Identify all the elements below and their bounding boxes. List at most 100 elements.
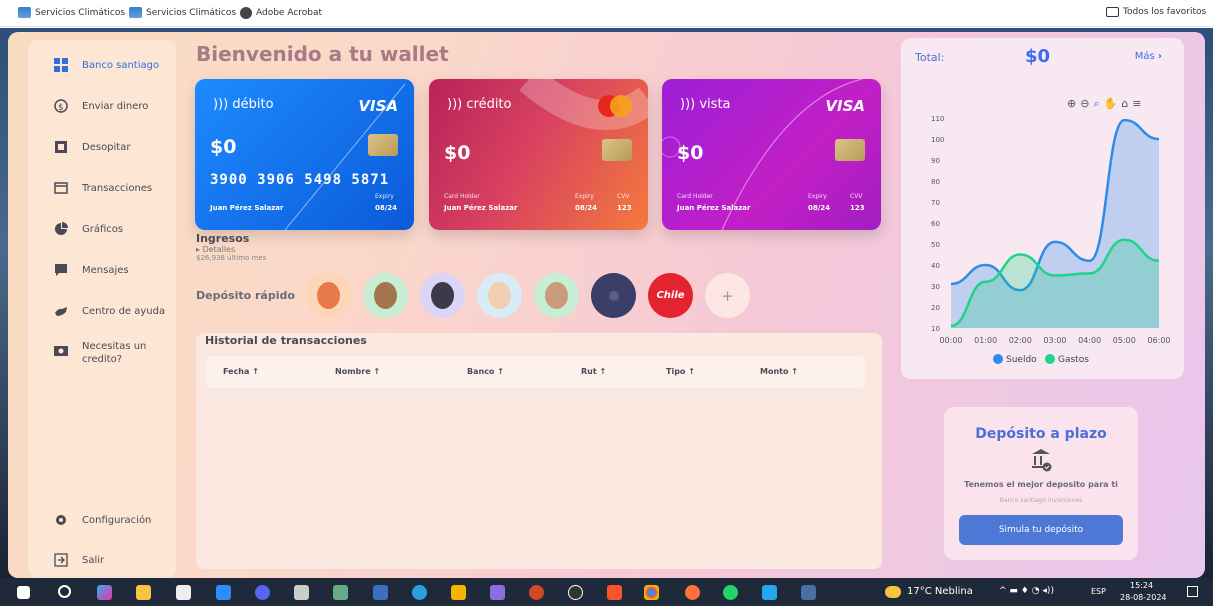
file-explorer-icon[interactable]: [136, 585, 151, 600]
vscode-icon[interactable]: [762, 585, 777, 600]
quick-deposit-label: Depósito rápido: [196, 289, 295, 302]
pie-chart-icon: [54, 222, 68, 236]
sidebar-item-graficos[interactable]: Gráficos: [54, 222, 123, 236]
x-tick-label: 06:00: [1147, 336, 1170, 345]
app-icon[interactable]: [373, 585, 388, 600]
column-tipo[interactable]: Tipo ↑: [666, 367, 695, 376]
sidebar-item-label: Gráficos: [82, 223, 124, 235]
svg-text:$: $: [58, 103, 64, 113]
sidebar-item-banco-santiago[interactable]: Banco santiago: [54, 58, 159, 72]
star-app-icon[interactable]: [451, 585, 466, 600]
card-expiry: 08/24: [808, 204, 831, 212]
brave-icon[interactable]: [607, 585, 622, 600]
y-tick-label: 30: [931, 283, 940, 291]
card-cvv: 123: [617, 204, 632, 212]
button-label: Simula tu depósito: [998, 525, 1084, 535]
contact-avatar[interactable]: [591, 273, 636, 318]
weather-text[interactable]: 17°C Neblina: [907, 586, 973, 597]
transaction-history: Historial de transacciones Fecha ↑ Nombr…: [196, 333, 882, 569]
store-icon[interactable]: [176, 585, 191, 600]
bookmark-item[interactable]: Adobe Acrobat: [240, 7, 322, 19]
sidebar-item-centro-de-ayuda[interactable]: Centro de ayuda: [54, 304, 165, 318]
contact-avatar[interactable]: [534, 273, 579, 318]
powerpoint-icon[interactable]: [529, 585, 544, 600]
simulate-deposit-button[interactable]: Simula tu depósito: [959, 515, 1123, 545]
card-holder: Juan Pérez Salazar: [210, 204, 284, 212]
column-monto[interactable]: Monto ↑: [760, 367, 798, 376]
y-tick-label: 50: [931, 241, 940, 249]
whatsapp-icon[interactable]: [723, 585, 738, 600]
term-deposit-card: Depósito a plazo Tenemos el mejor deposi…: [944, 407, 1138, 560]
bookmark-label: Servicios Climáticos: [35, 7, 126, 18]
windows-start-icon[interactable]: [17, 586, 30, 599]
copilot-icon[interactable]: [97, 585, 112, 600]
zoom-icon[interactable]: [216, 585, 231, 600]
details-toggle[interactable]: ▸ Detalles: [196, 245, 266, 254]
wallet-app: Banco santiago $ Enviar dinero Desopitar…: [8, 32, 1205, 578]
card-type: débito: [232, 97, 274, 112]
clock-time[interactable]: 15:24: [1130, 581, 1153, 590]
sidebar-item-credito[interactable]: Necesitas un credito?: [54, 340, 152, 366]
chip-icon: [368, 134, 398, 156]
triangle-icon: ▸: [196, 245, 201, 254]
calculator-icon[interactable]: [333, 585, 348, 600]
ingresos-amount: $26,938 último mes: [196, 254, 267, 262]
contact-avatar-chile[interactable]: Chile: [648, 273, 693, 318]
dell-icon[interactable]: [568, 585, 583, 600]
contact-avatar[interactable]: [306, 273, 351, 318]
firefox-icon[interactable]: [685, 585, 700, 600]
chart-panel: Total: $0 Más › ⊕ ⊖ ⌕ ✋ ⌂ ≡ 10 20 30 40 50 60…: [901, 38, 1184, 379]
visa-logo: VISA: [358, 97, 398, 115]
tray-icons[interactable]: ^ ▬ ♦ ◔ ◂)): [999, 586, 1054, 596]
sidebar-item-label: Centro de ayuda: [82, 305, 166, 317]
holder-label: Card Holder: [677, 193, 713, 200]
notification-icon[interactable]: [1187, 586, 1198, 597]
add-contact-button[interactable]: +: [705, 273, 750, 318]
all-favorites-folder[interactable]: Todos los favoritos: [1106, 7, 1206, 17]
clock-date[interactable]: 28-08-2024: [1120, 593, 1167, 602]
credit-card[interactable]: ))) crédito $0 Card Holder Juan Pérez Sa…: [429, 79, 648, 230]
card-cvv: 123: [850, 204, 865, 212]
quick-deposit: Depósito rápido Chile +: [196, 273, 762, 318]
weather-icon[interactable]: [885, 586, 901, 598]
debit-card[interactable]: ))) débito VISA $0 3900 3906 5498 5871 E…: [195, 79, 414, 230]
column-banco[interactable]: Banco ↑: [467, 367, 504, 376]
deposit-subtitle: Tenemos el mejor deposito para ti: [964, 480, 1118, 489]
chrome-icon[interactable]: [644, 585, 659, 600]
vista-card[interactable]: ))) vista VISA $0 Card Holder Juan Pérez…: [662, 79, 881, 230]
nfc-icon: ))): [680, 97, 696, 112]
bookmarks-bar: Servicios Climáticos Servicios Climático…: [0, 0, 1213, 27]
contact-avatar[interactable]: [477, 273, 522, 318]
app-icon[interactable]: [801, 585, 816, 600]
telegram-icon[interactable]: [412, 585, 427, 600]
x-tick-label: 02:00: [1009, 336, 1032, 345]
bookmark-item[interactable]: Servicios Climáticos: [18, 7, 125, 18]
legend-marker: [1045, 354, 1055, 364]
contact-avatar[interactable]: [363, 273, 408, 318]
x-tick-label: 04:00: [1078, 336, 1101, 345]
discord-icon[interactable]: [255, 585, 270, 600]
sidebar-item-configuracion[interactable]: Configuración: [54, 513, 151, 527]
search-icon[interactable]: [58, 585, 71, 598]
language-indicator[interactable]: ESP: [1091, 587, 1106, 596]
sidebar-item-label: Desopitar: [82, 141, 131, 153]
deposit-caption: Banco santiago inversiones: [999, 497, 1083, 504]
weather-icon: [18, 7, 31, 18]
more-link[interactable]: Más ›: [1135, 51, 1162, 62]
app-icon[interactable]: [490, 585, 505, 600]
card-type: crédito: [466, 97, 512, 112]
sidebar-item-mensajes[interactable]: Mensajes: [54, 263, 129, 277]
column-fecha[interactable]: Fecha ↑: [223, 367, 259, 376]
y-tick-label: 80: [931, 178, 940, 186]
column-nombre[interactable]: Nombre ↑: [335, 367, 380, 376]
app-icon[interactable]: [294, 585, 309, 600]
folder-icon: [1106, 7, 1119, 17]
bookmark-item[interactable]: Servicios Climáticos: [129, 7, 236, 18]
sidebar-item-desopitar[interactable]: Desopitar: [54, 140, 130, 154]
column-rut[interactable]: Rut ↑: [581, 367, 606, 376]
sidebar-item-transacciones[interactable]: Transacciones: [54, 181, 152, 195]
contact-avatar[interactable]: [420, 273, 465, 318]
y-tick-label: 110: [931, 115, 944, 123]
sidebar-item-enviar-dinero[interactable]: $ Enviar dinero: [54, 99, 148, 113]
sidebar-item-salir[interactable]: Salir: [54, 553, 104, 567]
